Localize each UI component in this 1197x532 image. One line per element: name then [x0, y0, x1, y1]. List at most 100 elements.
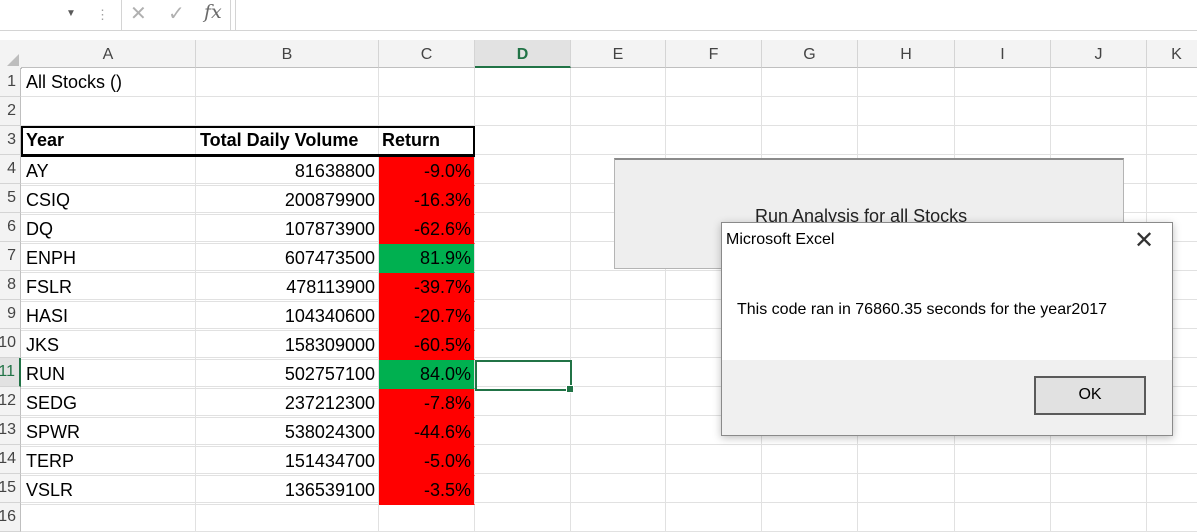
- grid-cell[interactable]: [196, 503, 379, 532]
- row-header-7[interactable]: 7: [0, 242, 21, 271]
- column-header-h[interactable]: H: [858, 40, 955, 68]
- grid-cell[interactable]: [475, 126, 571, 155]
- volume-cell[interactable]: 200879900: [196, 186, 379, 215]
- header-return[interactable]: Return: [379, 126, 475, 157]
- volume-cell[interactable]: 538024300: [196, 418, 379, 447]
- row-header-8[interactable]: 8: [0, 271, 21, 300]
- formula-input[interactable]: [235, 0, 1197, 30]
- volume-cell[interactable]: 502757100: [196, 360, 379, 389]
- grid-cell[interactable]: [666, 97, 762, 126]
- grid-cell[interactable]: [858, 445, 955, 474]
- grid-cell[interactable]: [858, 68, 955, 97]
- return-cell[interactable]: -3.5%: [379, 476, 475, 505]
- return-cell[interactable]: 81.9%: [379, 244, 475, 273]
- row-header-16[interactable]: 16: [0, 503, 21, 532]
- volume-cell[interactable]: 237212300: [196, 389, 379, 418]
- return-cell[interactable]: -62.6%: [379, 215, 475, 244]
- return-cell[interactable]: -7.8%: [379, 389, 475, 418]
- header-year[interactable]: Year: [21, 126, 196, 157]
- volume-cell[interactable]: 158309000: [196, 331, 379, 360]
- return-cell[interactable]: -20.7%: [379, 302, 475, 331]
- insert-function-icon[interactable]: fx: [204, 1, 222, 23]
- grid-cell[interactable]: [666, 445, 762, 474]
- ticker-cell[interactable]: FSLR: [21, 273, 196, 302]
- grid-cell[interactable]: [475, 271, 571, 300]
- header-total-daily-volume[interactable]: Total Daily Volume: [196, 126, 379, 157]
- row-header-12[interactable]: 12: [0, 387, 21, 416]
- grid-cell[interactable]: [1051, 97, 1147, 126]
- grid-cell[interactable]: [475, 97, 571, 126]
- ticker-cell[interactable]: ENPH: [21, 244, 196, 273]
- grid-cell[interactable]: [858, 474, 955, 503]
- ticker-cell[interactable]: AY: [21, 157, 196, 186]
- grid-cell[interactable]: [762, 126, 858, 155]
- ticker-cell[interactable]: HASI: [21, 302, 196, 331]
- column-header-e[interactable]: E: [571, 40, 666, 68]
- grid-cell[interactable]: [1147, 474, 1197, 503]
- grid-cell[interactable]: [475, 329, 571, 358]
- column-header-d[interactable]: D: [475, 40, 571, 68]
- grid-cell[interactable]: [1147, 68, 1197, 97]
- grid-cell[interactable]: [475, 387, 571, 416]
- volume-cell[interactable]: 104340600: [196, 302, 379, 331]
- grid-cell[interactable]: [762, 503, 858, 532]
- close-icon[interactable]: ✕: [1130, 227, 1158, 255]
- column-header-f[interactable]: F: [666, 40, 762, 68]
- grid-cell[interactable]: [1051, 503, 1147, 532]
- row-header-5[interactable]: 5: [0, 184, 21, 213]
- return-cell[interactable]: -39.7%: [379, 273, 475, 302]
- grid-cell[interactable]: [475, 213, 571, 242]
- grid-cell[interactable]: [1147, 445, 1197, 474]
- grid-cell[interactable]: [571, 329, 666, 358]
- grid-cell[interactable]: [1051, 445, 1147, 474]
- fill-handle[interactable]: [566, 385, 574, 393]
- grid-cell[interactable]: [955, 97, 1051, 126]
- grid-cell[interactable]: [475, 474, 571, 503]
- column-header-b[interactable]: B: [196, 40, 379, 68]
- grid-cell[interactable]: [1051, 126, 1147, 155]
- grid-cell[interactable]: [1051, 474, 1147, 503]
- grid-cell[interactable]: [1147, 97, 1197, 126]
- grid-cell[interactable]: [762, 474, 858, 503]
- volume-cell[interactable]: 136539100: [196, 476, 379, 505]
- grid-cell[interactable]: [571, 474, 666, 503]
- row-header-15[interactable]: 15: [0, 474, 21, 503]
- grid-cell[interactable]: [571, 416, 666, 445]
- row-header-14[interactable]: 14: [0, 445, 21, 474]
- row-header-2[interactable]: 2: [0, 97, 21, 126]
- grid-cell[interactable]: [21, 503, 196, 532]
- grid-cell[interactable]: [858, 503, 955, 532]
- ticker-cell[interactable]: SPWR: [21, 418, 196, 447]
- grid-cell[interactable]: [955, 503, 1051, 532]
- row-header-1[interactable]: 1: [0, 68, 21, 97]
- grid-cell[interactable]: [475, 300, 571, 329]
- return-cell[interactable]: 84.0%: [379, 360, 475, 389]
- volume-cell[interactable]: 607473500: [196, 244, 379, 273]
- row-header-3[interactable]: 3: [0, 126, 21, 155]
- volume-cell[interactable]: 478113900: [196, 273, 379, 302]
- grid-cell[interactable]: [475, 155, 571, 184]
- volume-cell[interactable]: 107873900: [196, 215, 379, 244]
- grid-cell[interactable]: [955, 474, 1051, 503]
- grid-cell[interactable]: [666, 474, 762, 503]
- row-header-13[interactable]: 13: [0, 416, 21, 445]
- ticker-cell[interactable]: TERP: [21, 447, 196, 476]
- sheet-title-cell[interactable]: All Stocks (): [21, 68, 196, 97]
- column-header-j[interactable]: J: [1051, 40, 1147, 68]
- row-header-10[interactable]: 10: [0, 329, 21, 358]
- grid-cell[interactable]: [666, 68, 762, 97]
- grid-cell[interactable]: [1147, 184, 1197, 213]
- grid-cell[interactable]: [1051, 68, 1147, 97]
- ticker-cell[interactable]: JKS: [21, 331, 196, 360]
- grid-cell[interactable]: [475, 242, 571, 271]
- column-header-c[interactable]: C: [379, 40, 475, 68]
- ticker-cell[interactable]: RUN: [21, 360, 196, 389]
- grid-cell[interactable]: [762, 445, 858, 474]
- grid-cell[interactable]: [858, 126, 955, 155]
- grid-cell[interactable]: [379, 97, 475, 126]
- grid-cell[interactable]: [571, 68, 666, 97]
- cancel-icon[interactable]: ✕: [130, 2, 147, 26]
- grid-cell[interactable]: [858, 97, 955, 126]
- grid-cell[interactable]: [475, 503, 571, 532]
- grid-cell[interactable]: [379, 68, 475, 97]
